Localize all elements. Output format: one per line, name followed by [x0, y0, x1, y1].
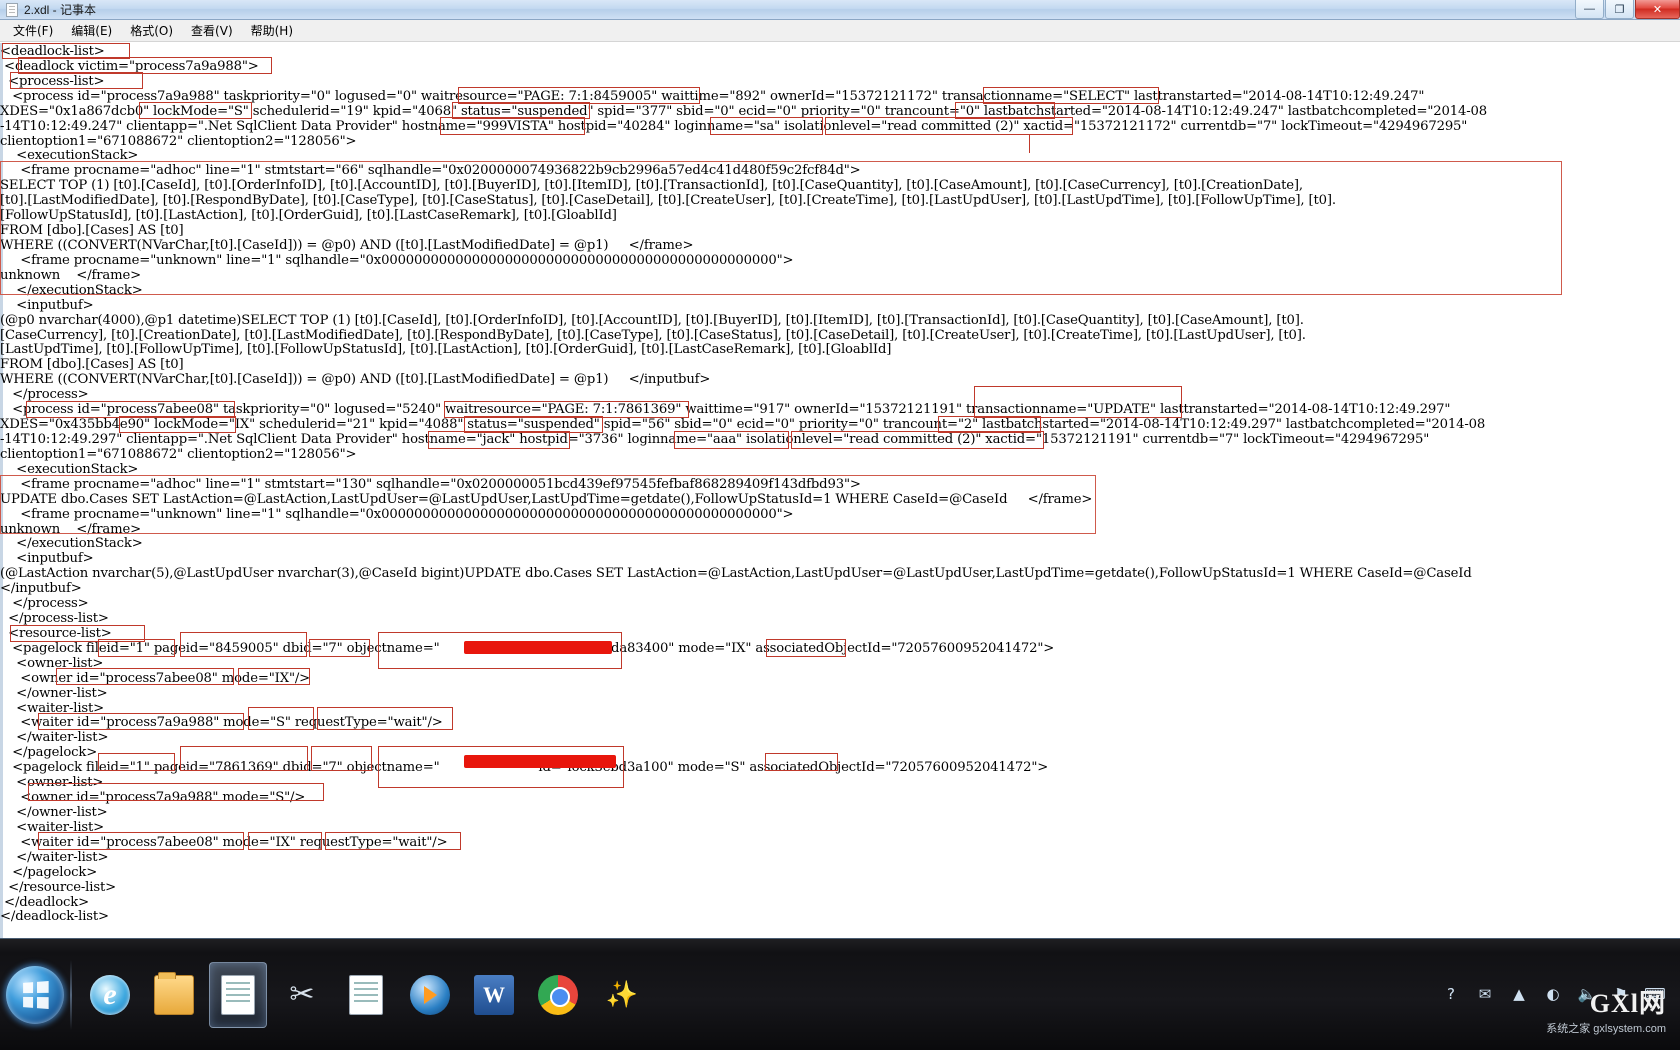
- taskbar-item-text-document[interactable]: [337, 962, 395, 1028]
- menu-view[interactable]: 查看(V): [182, 20, 242, 41]
- taskbar-item-notepad[interactable]: [209, 961, 267, 1028]
- menu-edit[interactable]: 编辑(E): [62, 20, 121, 41]
- watermark-subtitle: 系统之家 gxlsystem.com: [1546, 1023, 1666, 1035]
- minimize-button[interactable]: —: [1575, 0, 1604, 19]
- taskbar-item-internet-explorer[interactable]: [81, 962, 139, 1028]
- title-bar[interactable]: 2.xdl - 记事本 — ❐ ✕: [0, 0, 1680, 20]
- menu-format[interactable]: 格式(O): [121, 20, 182, 41]
- window-controls: — ❐ ✕: [1574, 0, 1680, 20]
- notepad-icon: [221, 974, 255, 1015]
- ie-icon: [90, 974, 130, 1015]
- watermark-title: GXl网: [1589, 989, 1666, 1018]
- chat-icon[interactable]: ✉: [1474, 983, 1496, 1005]
- help-icon[interactable]: ?: [1440, 983, 1462, 1005]
- chrome-icon: [538, 974, 578, 1015]
- paint-icon: [602, 975, 642, 1015]
- word-icon: [474, 974, 514, 1015]
- document-text[interactable]: <deadlock-list> <deadlock victim="proces…: [0, 44, 1487, 925]
- taskbar-item-media-player[interactable]: [401, 962, 459, 1028]
- media-player-icon: [410, 974, 450, 1015]
- notepad-window: 2.xdl - 记事本 — ❐ ✕ 文件(F) 编辑(E) 格式(O) 查看(V…: [0, 0, 1680, 938]
- menu-file[interactable]: 文件(F): [4, 20, 62, 41]
- taskbar-separator: [70, 959, 72, 1030]
- taskbar-item-snipping-tool[interactable]: [273, 962, 331, 1028]
- menu-help[interactable]: 帮助(H): [242, 20, 302, 41]
- taskbar-item-chrome[interactable]: [529, 962, 587, 1028]
- window-title: 2.xdl - 记事本: [24, 3, 97, 17]
- taskbar-item-word[interactable]: [465, 962, 523, 1028]
- taskbar-item-windows-explorer[interactable]: [145, 962, 203, 1028]
- notepad-icon: [6, 2, 18, 17]
- taskbar-item-paint[interactable]: [593, 962, 651, 1028]
- close-button[interactable]: ✕: [1635, 0, 1680, 19]
- taskbar: ? ✉ ▲ ◐ 🔈 ⚑ ⌨ GXl网 系统之家 gxlsystem.com: [0, 938, 1680, 1050]
- text-editor-area[interactable]: <deadlock-list> <deadlock victim="proces…: [0, 43, 1680, 938]
- arrow-up-icon[interactable]: ▲: [1508, 983, 1530, 1005]
- menu-bar: 文件(F) 编辑(E) 格式(O) 查看(V) 帮助(H): [0, 20, 1680, 42]
- start-button[interactable]: [6, 965, 64, 1024]
- maximize-button[interactable]: ❐: [1605, 0, 1634, 19]
- document-icon: [349, 974, 383, 1015]
- folder-icon: [154, 971, 194, 1015]
- watermark: GXl网 系统之家 gxlsystem.com: [1546, 983, 1666, 1036]
- scissors-icon: [282, 975, 322, 1015]
